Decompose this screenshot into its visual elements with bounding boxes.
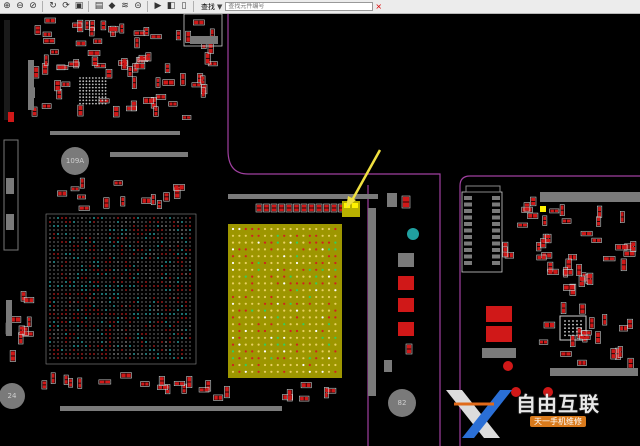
mouse-icon[interactable]: ▯ [178,1,190,12]
highlight-icon[interactable]: ◆ [106,1,118,12]
toolbar-separator [42,1,43,12]
gray-bar [50,131,180,135]
gray-block [482,348,516,358]
gray-block [6,214,14,230]
highlight-pad [352,203,358,208]
bottom-left-label: 24 [8,392,17,400]
zoom-fit-icon[interactable]: ⊘ [27,1,39,12]
watermark-brand: 自由互联 [516,392,600,416]
stop-icon[interactable]: ⊝ [132,1,144,12]
watermark: 自由互联 天一手机维修 [440,382,640,446]
gray-block [387,193,397,207]
gray-bar [60,406,282,411]
side-view-icon[interactable]: ◧ [165,1,177,12]
gray-bar [540,192,640,202]
find-dropdown-icon[interactable]: ▼ [217,3,222,11]
gray-bar [6,300,12,336]
find-close-icon[interactable]: × [375,2,382,11]
red-block [398,276,414,290]
gray-bar [368,208,376,396]
gray-block [384,360,392,372]
gray-block [398,253,414,267]
zoom-out-icon[interactable]: ⊖ [14,1,26,12]
red-block [398,298,414,312]
red-block [486,306,512,322]
edge-strip [4,20,10,120]
toolbar-separator [193,1,194,12]
find-label: 查找 [201,2,215,11]
left-chip-label: 109A [66,157,84,165]
edge-pad [8,112,14,122]
gray-block [6,178,14,194]
watermark-tagline: 天一手机维修 [530,416,586,427]
watermark-x-logo [446,390,512,438]
chip-body [190,36,218,44]
toolbar-separator [147,1,148,12]
highlighted-memory-chip [228,224,342,378]
red-block [486,326,512,342]
zoom-in-icon[interactable]: ⊕ [1,1,13,12]
red-block [398,322,414,336]
toolbar-separator [88,1,89,12]
print-icon[interactable]: ▤ [93,1,105,12]
gray-bar [28,60,34,110]
rotate-icon[interactable]: ⟳ [60,1,72,12]
bottom-center-label: 82 [398,399,407,407]
gray-bar [550,368,638,376]
layers-icon[interactable]: ▣ [73,1,85,12]
toolbar: ⊕⊖⊘ ↻⟳▣ ▤◆≋⊝ ▶◧▯ 查找▼ × [0,0,640,14]
refresh-icon[interactable]: ↻ [47,1,59,12]
find-input[interactable] [225,2,374,11]
net-icon[interactable]: ≋ [119,1,131,12]
yellow-pad [540,206,546,212]
teal-test-point [407,228,419,240]
gray-bar [110,152,188,157]
pointer-icon[interactable]: ▶ [152,1,164,12]
